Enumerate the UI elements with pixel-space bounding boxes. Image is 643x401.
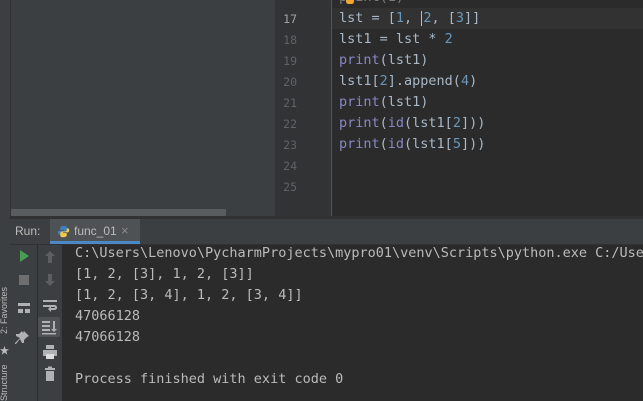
line-number: 19 [283, 54, 297, 68]
console-line: Process finished with exit code 0 [75, 371, 344, 387]
code-token: (lst1[ [404, 115, 453, 131]
code-line[interactable]: print(id(lst1[5])) [339, 134, 485, 155]
code-token: print [339, 52, 380, 68]
code-token: ])) [460, 136, 486, 152]
code-line[interactable]: lst1 = lst * 2 [339, 29, 453, 50]
code-token: print [339, 94, 380, 110]
console-line: 47066128 [75, 329, 141, 345]
code-token: 2 [444, 31, 453, 47]
code-line[interactable]: lst1[2].append(4) [339, 71, 477, 92]
code-token: print [339, 115, 380, 131]
code-token: , [404, 10, 421, 26]
code-token: lst1[ [339, 73, 380, 89]
line-number: 18 [283, 33, 297, 47]
console-line: C:\Users\Lenovo\PycharmProjects\mypro01\… [75, 245, 643, 261]
run-toolbar-primary [10, 245, 37, 401]
line-number: 22 [283, 117, 297, 131]
code-token: (lst1) [379, 94, 429, 110]
code-token: lst1 = lst * [339, 31, 445, 47]
code-token: print [339, 136, 380, 152]
line-number: 17 [283, 12, 297, 26]
code-token: 1 [395, 10, 405, 26]
python-icon [57, 225, 70, 238]
line-number: 24 [283, 159, 297, 173]
horizontal-scrollbar[interactable] [11, 209, 226, 216]
run-tab-label: func_01 [74, 224, 117, 238]
code-line[interactable]: print(lst1) [339, 50, 428, 71]
pin-icon[interactable] [14, 330, 30, 346]
code-token: 5 [452, 136, 461, 152]
code-line[interactable]: lst = [1, 2, [3]] [339, 8, 480, 29]
line-number: 20 [283, 75, 297, 89]
star-icon[interactable] [0, 346, 9, 355]
code-token: ( [379, 115, 388, 131]
stop-icon[interactable] [16, 272, 32, 288]
code-token: 3 [455, 10, 464, 26]
code-token: (lst1[ [404, 136, 453, 152]
code-token: 2 [379, 73, 388, 89]
line-number: 21 [283, 96, 297, 110]
console-line: [1, 2, [3], 1, 2, [3]] [75, 266, 254, 282]
scroll-to-end-icon[interactable] [41, 319, 57, 335]
code-token: , [ [431, 10, 456, 26]
console-line: [1, 2, [3, 4], 1, 2, [3, 4]] [75, 287, 303, 303]
code-token: ( [379, 136, 388, 152]
trash-icon[interactable] [42, 366, 58, 382]
arrow-down-icon[interactable] [42, 272, 58, 288]
code-line[interactable]: print(lst1) [339, 92, 428, 113]
close-icon[interactable]: × [121, 223, 129, 238]
code-token: ]] [463, 10, 481, 26]
lightbulb-icon[interactable] [346, 0, 354, 4]
code-token: id [387, 115, 405, 131]
layout-icon[interactable] [16, 300, 32, 316]
code-line[interactable]: print(id(lst1[2])) [339, 113, 485, 134]
code-token: lst = [ [339, 10, 396, 26]
arrow-up-icon[interactable] [42, 249, 58, 265]
code-token: ) [469, 73, 478, 89]
line-number: 23 [283, 138, 297, 152]
run-label: Run: [15, 224, 41, 238]
print-icon[interactable] [42, 344, 58, 360]
console-line: 47066128 [75, 308, 141, 324]
play-icon[interactable] [16, 248, 32, 264]
code-token: ].append( [387, 73, 461, 89]
code-token: 4 [460, 73, 470, 89]
code-token: id [387, 136, 405, 152]
code-token: 2 [452, 115, 461, 131]
line-number: 25 [283, 180, 297, 194]
code-token: ])) [460, 115, 486, 131]
project-tool-window [11, 0, 275, 218]
structure-side-tab[interactable]: Structure [0, 364, 9, 401]
favorites-side-tab[interactable]: 2: Favorites [0, 287, 9, 334]
soft-wrap-icon[interactable] [42, 297, 58, 313]
code-token: (lst1) [379, 52, 429, 68]
